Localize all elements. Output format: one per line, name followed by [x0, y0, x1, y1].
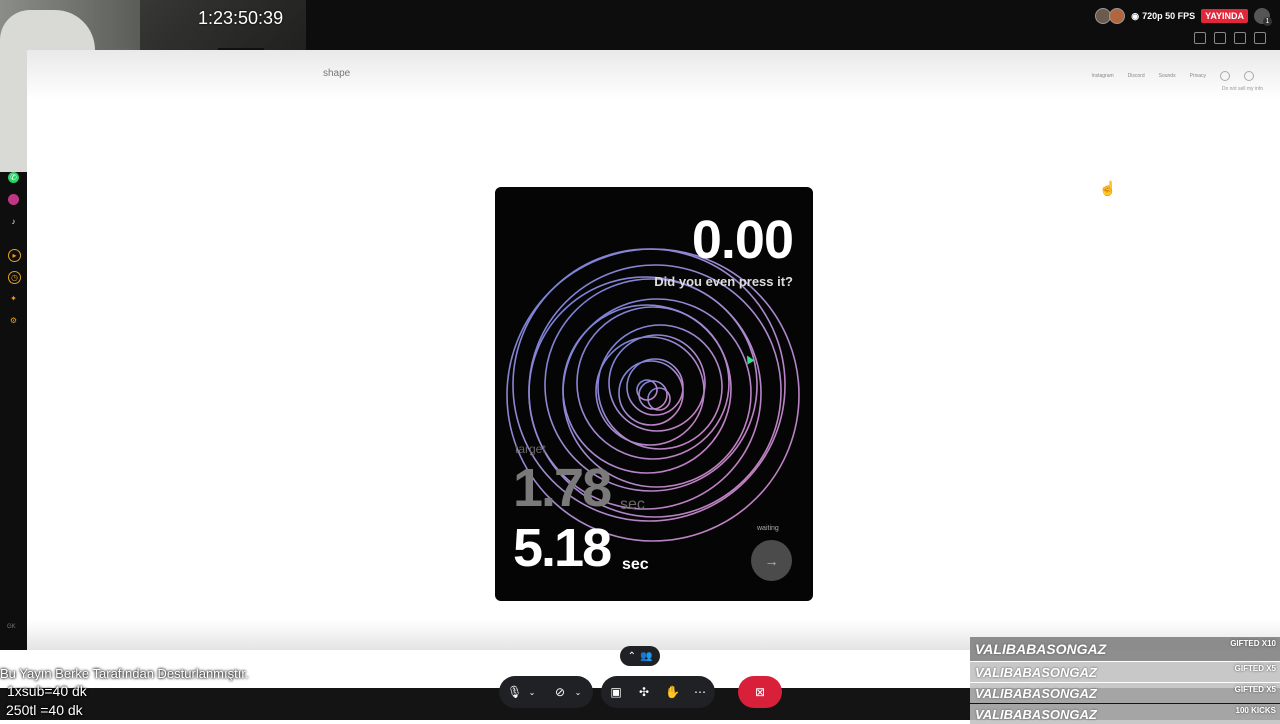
download-icon[interactable]	[1234, 32, 1246, 44]
notification-icon[interactable]: 1	[1254, 8, 1272, 26]
sidebar-label: GK	[7, 624, 16, 630]
do-not-sell-link[interactable]: Do not sell my info	[1222, 86, 1263, 92]
live-badge: YAYINDA	[1201, 9, 1248, 23]
target-unit: sec	[620, 496, 645, 513]
chevron-down-icon[interactable]: ⌄	[525, 688, 539, 697]
lock-icon[interactable]	[1214, 32, 1226, 44]
gift-tag: GIFTED X5	[1234, 685, 1276, 694]
result-unit: sec	[622, 556, 649, 573]
microphone-icon[interactable]: 🎙	[507, 685, 522, 699]
camera-off-icon[interactable]: ⊘	[553, 685, 567, 699]
gifter-name: VALIBABASONGAZ	[975, 641, 1107, 657]
stop-sharing-button[interactable]: ⊠	[738, 676, 782, 708]
site-logo[interactable]: shape	[323, 68, 350, 79]
ring	[638, 380, 668, 410]
left-sidebar: ✆ ♪ ▸ ◷ ✦ ⚙ GK	[0, 172, 27, 650]
chevron-down-icon[interactable]: ⌄	[571, 688, 585, 697]
stream-credit: Bu Yayın Berke Tarafından Desturlanmıştı…	[0, 666, 249, 681]
media-controls: 🎙 ⌄ ⊘ ⌄	[499, 676, 593, 708]
collapse-toolbar-button[interactable]: ⌃ 👥	[620, 646, 660, 666]
share-screen-icon[interactable]: ▣	[609, 685, 623, 699]
gift-row: VALIBABASONGAZ GIFTED X10	[970, 637, 1280, 661]
gear-icon[interactable]: ⚙	[8, 315, 19, 326]
nav-link-sounds[interactable]: Sounds	[1159, 73, 1176, 79]
gift-row: VALIBABASONGAZ GIFTED X5	[970, 662, 1280, 682]
gift-row: VALIBABASONGAZ GIFTED X5	[970, 683, 1280, 703]
browser-toolbar-icons	[1194, 32, 1266, 44]
avatar[interactable]	[1109, 8, 1126, 24]
nav-link-discord[interactable]: Discord	[1128, 73, 1145, 79]
chevron-up-icon: ⌃	[627, 650, 636, 662]
hand-cursor-icon: ☝	[1099, 180, 1117, 196]
stream-timer: 1:23:50:39	[198, 8, 284, 28]
people-icon: 👥	[639, 650, 653, 662]
tiktok-icon[interactable]: ♪	[8, 216, 19, 227]
ring	[595, 336, 705, 446]
ring	[626, 358, 684, 416]
elapsed-time: 0.00	[691, 210, 794, 270]
arrow-right-icon: →	[764, 552, 779, 569]
gift-tag: GIFTED X5	[1234, 664, 1276, 673]
theme-icon[interactable]	[1244, 71, 1254, 81]
puzzle-icon[interactable]: ✦	[8, 293, 19, 304]
instagram-icon[interactable]	[8, 194, 19, 205]
play-icon[interactable]: ▸	[8, 249, 21, 262]
result-value: 5.18	[513, 518, 612, 578]
gift-row: VALIBABASONGAZ 100 KICKS	[970, 704, 1280, 724]
action-controls: ▣ ✣ ✋ ⋯	[601, 676, 715, 708]
more-icon[interactable]: ⋯	[693, 685, 707, 699]
donation-rule: 250tl =40 dk	[6, 702, 83, 718]
gifter-name: VALIBABASONGAZ	[975, 686, 1097, 701]
site-nav: Instagram Discord Sounds Privacy	[1091, 71, 1254, 81]
refresh-icon[interactable]	[1194, 32, 1206, 44]
target-value: 1.78	[513, 458, 612, 518]
target-label: target	[515, 442, 546, 456]
sub-rule: 1xsub=40 dk	[7, 683, 87, 699]
eye-icon: ◉	[1131, 10, 1140, 21]
gift-leaderboard: VALIBABASONGAZ GIFTED X10 VALIBABASONGAZ…	[970, 637, 1280, 724]
reactions-icon[interactable]: ✋	[665, 685, 680, 699]
site-header: shape Instagram Discord Sounds Privacy D…	[27, 50, 1280, 100]
sound-icon[interactable]	[1220, 71, 1230, 81]
next-button[interactable]: →	[751, 540, 792, 581]
stop-share-icon: ⊠	[754, 685, 766, 699]
nav-link-privacy[interactable]: Privacy	[1190, 73, 1206, 79]
nav-link-instagram[interactable]: Instagram	[1091, 73, 1113, 79]
apps-icon[interactable]: ✣	[637, 685, 651, 699]
gift-tag: GIFTED X10	[1230, 639, 1276, 648]
ring	[608, 334, 706, 432]
gifter-name: VALIBABASONGAZ	[975, 665, 1097, 680]
stream-status-area: ◉ 720p 50 FPS YAYINDA 1	[1095, 6, 1272, 26]
quality-indicator[interactable]: ◉ 720p 50 FPS	[1131, 11, 1195, 22]
result-message: Did you even press it?	[654, 274, 793, 289]
quality-label: 720p 50 FPS	[1142, 11, 1196, 21]
menu-icon[interactable]	[1254, 32, 1266, 44]
gift-tag: 100 KICKS	[1235, 706, 1276, 715]
reaction-game-card[interactable]: 0.00 Did you even press it? target 1.78 …	[495, 187, 813, 601]
status-label: waiting	[757, 525, 779, 532]
clock-icon[interactable]: ◷	[8, 271, 21, 284]
notification-count: 1	[1263, 17, 1272, 26]
whatsapp-icon[interactable]: ✆	[8, 172, 19, 183]
